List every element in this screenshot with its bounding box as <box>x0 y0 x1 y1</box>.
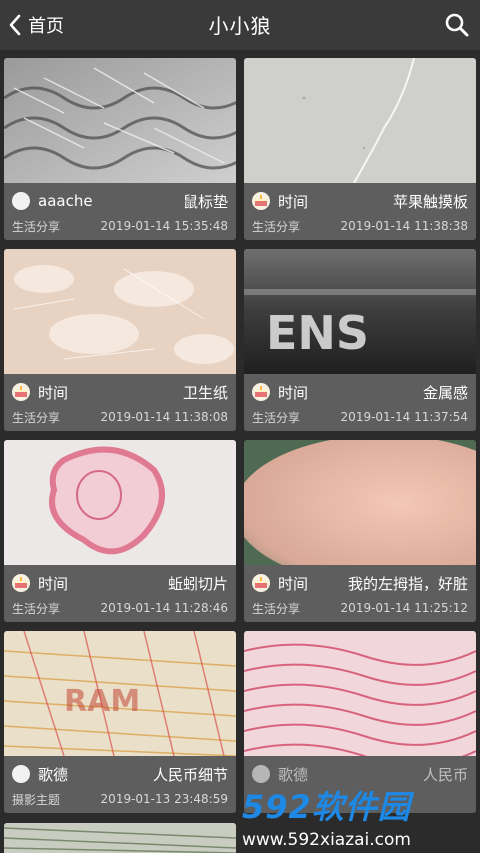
cake-icon[interactable] <box>252 383 270 401</box>
watermark-logo: 592软件园 <box>242 788 411 826</box>
post-thumbnail <box>244 58 476 183</box>
post-info: 时间 金属感 生活分享 2019-01-14 11:37:54 <box>244 374 476 431</box>
watermark: 592软件园 www.592xiazai.com <box>242 782 468 852</box>
post-title: 我的左拇指，好脏 <box>347 574 468 593</box>
author-name[interactable]: aaache <box>38 192 93 210</box>
top-bar: 首页 小小狼 <box>0 0 480 50</box>
cake-icon[interactable] <box>252 574 270 592</box>
post-thumbnail: ENS <box>244 249 476 374</box>
post-title: 苹果触摸板 <box>392 192 468 211</box>
post-thumbnail <box>4 58 236 183</box>
post-info: 歌德 人民币细节 摄影主题 2019-01-13 23:48:59 <box>4 756 236 813</box>
post-title: 金属感 <box>422 383 468 402</box>
post-card[interactable]: 时间 苹果触摸板 生活分享 2019-01-14 11:38:38 <box>244 58 476 240</box>
author-name[interactable]: 时间 <box>278 191 308 212</box>
post-info: 时间 我的左拇指，好脏 生活分享 2019-01-14 11:25:12 <box>244 565 476 622</box>
svg-text:RAM: RAM <box>64 684 140 719</box>
post-date: 2019-01-13 23:48:59 <box>100 792 228 806</box>
post-card[interactable]: aaache 鼠标垫 生活分享 2019-01-14 15:35:48 <box>4 58 236 240</box>
post-card[interactable]: 时间 我的左拇指，好脏 生活分享 2019-01-14 11:25:12 <box>244 440 476 622</box>
post-thumbnail <box>4 823 236 853</box>
avatar[interactable] <box>12 192 30 210</box>
post-category: 生活分享 <box>252 219 301 234</box>
watermark-url: www.592xiazai.com <box>242 830 411 850</box>
post-grid: aaache 鼠标垫 生活分享 2019-01-14 15:35:48 时间 苹… <box>4 58 476 813</box>
author-name[interactable]: 歌德 <box>38 764 68 785</box>
author-name[interactable]: 时间 <box>278 573 308 594</box>
search-icon[interactable] <box>444 12 470 38</box>
post-info: 时间 卫生纸 生活分享 2019-01-14 11:38:08 <box>4 374 236 431</box>
post-card[interactable]: 时间 蚯蚓切片 生活分享 2019-01-14 11:28:46 <box>4 440 236 622</box>
post-card[interactable]: 时间 卫生纸 生活分享 2019-01-14 11:38:08 <box>4 249 236 431</box>
svg-text:ENS: ENS <box>266 306 369 360</box>
post-title: 卫生纸 <box>182 383 228 402</box>
post-category: 生活分享 <box>252 410 301 425</box>
cake-icon[interactable] <box>252 192 270 210</box>
post-date: 2019-01-14 11:37:54 <box>340 410 468 424</box>
post-title: 鼠标垫 <box>182 192 228 211</box>
post-thumbnail <box>244 440 476 565</box>
post-date: 2019-01-14 11:28:46 <box>100 601 228 615</box>
post-title: 蚯蚓切片 <box>167 574 228 593</box>
post-category: 摄影主题 <box>12 792 61 807</box>
post-info: 时间 苹果触摸板 生活分享 2019-01-14 11:38:38 <box>244 183 476 240</box>
post-info: 时间 蚯蚓切片 生活分享 2019-01-14 11:28:46 <box>4 565 236 622</box>
post-card-partial[interactable] <box>4 823 236 853</box>
cake-icon[interactable] <box>12 383 30 401</box>
post-card[interactable]: RAM 歌德 人民币细节 摄影主题 2019-01-13 23:48:59 <box>4 631 236 813</box>
post-date: 2019-01-14 15:35:48 <box>100 219 228 233</box>
cake-icon[interactable] <box>12 574 30 592</box>
post-thumbnail: RAM <box>4 631 236 756</box>
post-card[interactable]: ENS 时间 金属感 生活分享 2019-01-14 11:37:54 <box>244 249 476 431</box>
post-thumbnail <box>244 631 476 756</box>
page-title: 小小狼 <box>208 14 272 38</box>
avatar[interactable] <box>12 765 30 783</box>
author-name[interactable]: 时间 <box>38 382 68 403</box>
post-thumbnail <box>4 440 236 565</box>
post-info: aaache 鼠标垫 生活分享 2019-01-14 15:35:48 <box>4 183 236 240</box>
post-title: 人民币细节 <box>152 765 228 784</box>
author-name[interactable]: 时间 <box>278 382 308 403</box>
post-date: 2019-01-14 11:38:08 <box>100 410 228 424</box>
post-date: 2019-01-14 11:25:12 <box>340 601 468 615</box>
post-category: 生活分享 <box>12 219 61 234</box>
post-date: 2019-01-14 11:38:38 <box>340 219 468 233</box>
avatar[interactable] <box>252 765 270 783</box>
post-thumbnail <box>4 249 236 374</box>
author-name[interactable]: 时间 <box>38 573 68 594</box>
post-category: 生活分享 <box>12 410 61 425</box>
post-category: 生活分享 <box>252 601 301 616</box>
post-category: 生活分享 <box>12 601 61 616</box>
